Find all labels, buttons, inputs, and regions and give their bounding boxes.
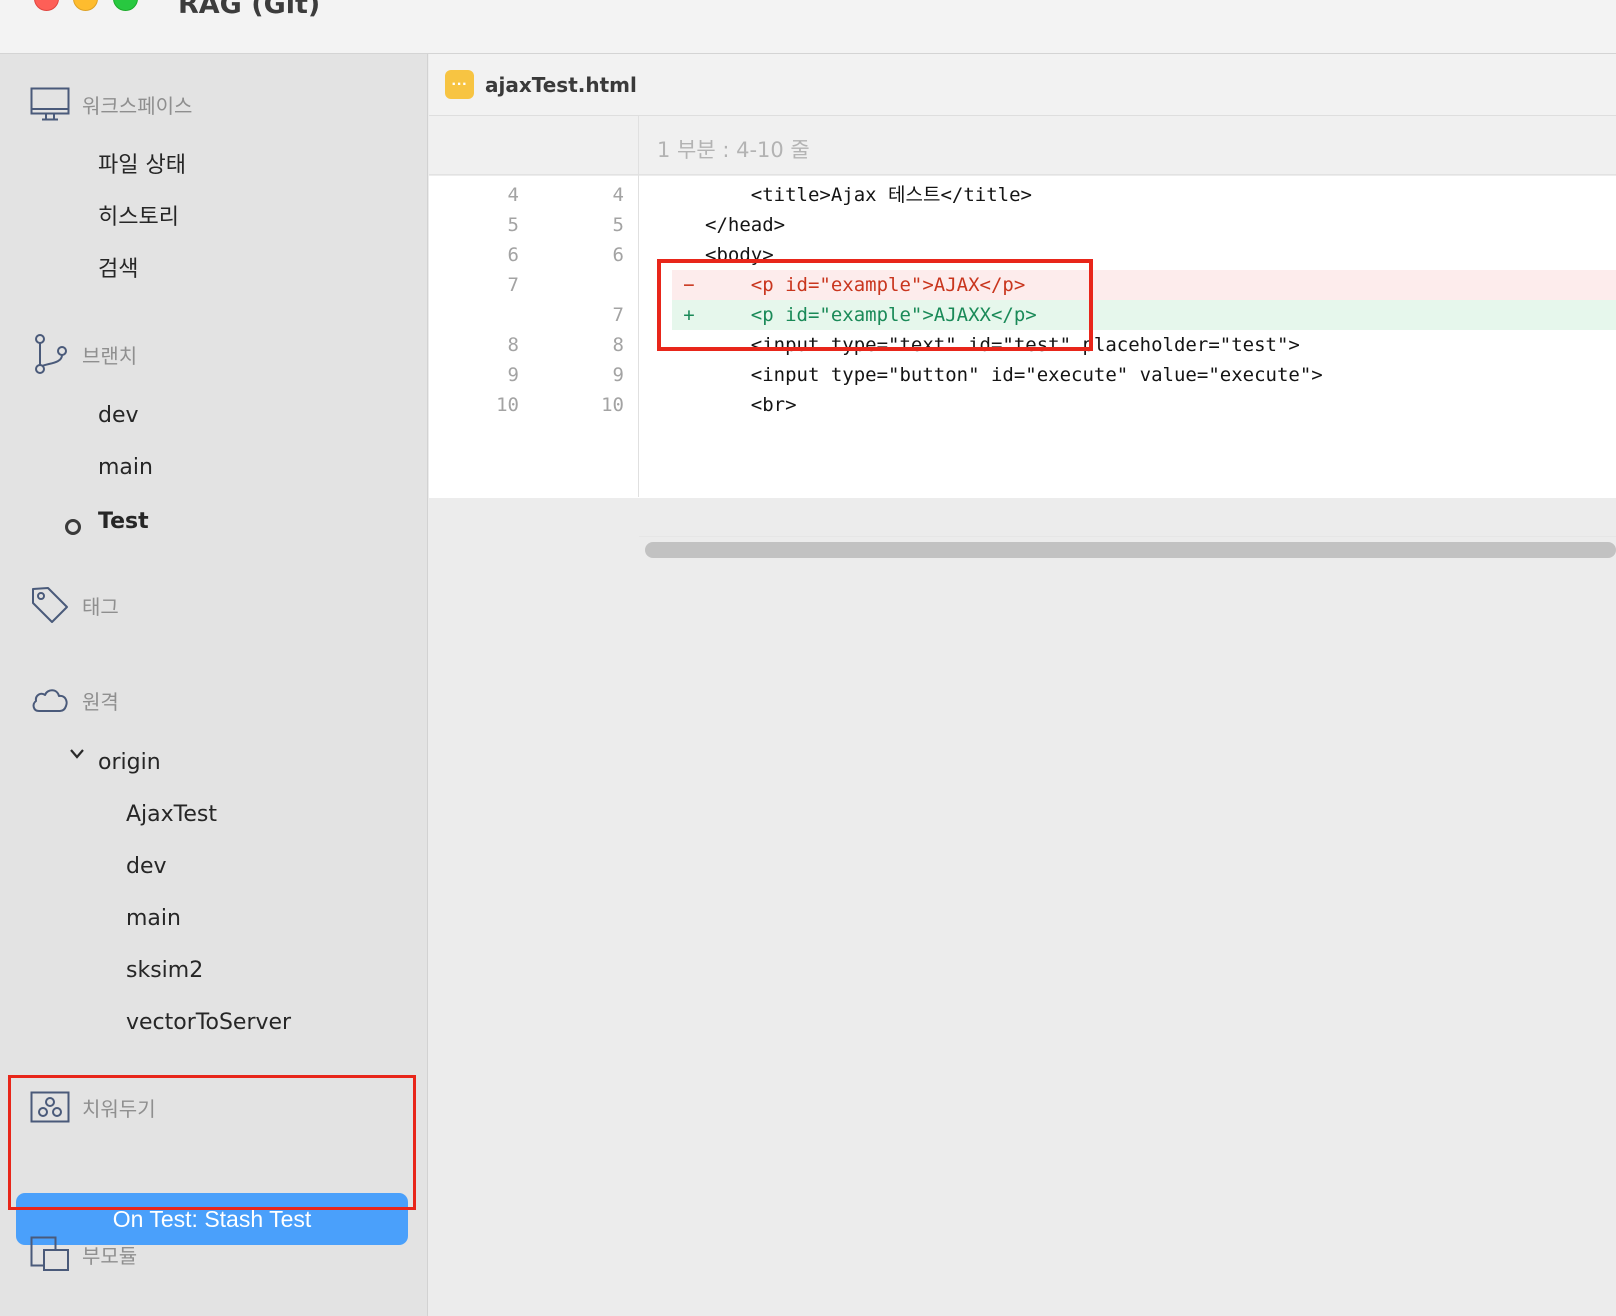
sidebar-item-branch-test[interactable]: Test — [98, 507, 149, 537]
diff-line-ctx: 4 4 <title>Ajax 테스트</title> — [429, 180, 1616, 210]
old-line-number: 9 — [507, 364, 519, 386]
new-line-number: 9 — [612, 364, 624, 386]
monitor-icon — [30, 87, 70, 121]
submodule-icon — [30, 1236, 69, 1271]
sidebar-item-history[interactable]: 히스토리 — [98, 203, 179, 233]
branch-icon — [35, 334, 67, 374]
stash-highlight-box — [8, 1075, 416, 1210]
current-branch-icon — [65, 519, 81, 535]
diff-line-ctx: 10 10 <br> — [429, 390, 1616, 420]
section-title-submodules: 부모듈 — [82, 1243, 138, 1268]
diff-panel: ··· ajaxTest.html 1 부분 : 4-10 줄 4 4 <titl… — [429, 54, 1616, 1316]
code-text: <input type="button" id="execute" value=… — [705, 364, 1323, 386]
section-tags[interactable]: 태그 — [30, 585, 119, 625]
section-remotes[interactable]: 원격 — [30, 680, 119, 720]
old-line-number: 10 — [496, 394, 519, 416]
section-workspace[interactable]: 워크스페이스 — [30, 84, 192, 124]
sidebar-item-remote-branch[interactable]: main — [126, 904, 181, 934]
sidebar-item-file-status[interactable]: 파일 상태 — [98, 151, 186, 181]
section-submodules[interactable]: 부모듈 — [30, 1234, 137, 1274]
sidebar-item-branch-main[interactable]: main — [98, 453, 153, 483]
horizontal-scrollbar[interactable] — [645, 542, 1616, 558]
hunk-header: 1 부분 : 4-10 줄 — [429, 116, 1616, 175]
section-title-branches: 브랜치 — [82, 343, 138, 368]
code-text: <br> — [705, 394, 797, 416]
sidebar-item-remote-branch[interactable]: vectorToServer — [126, 1008, 291, 1038]
zoom-window-button[interactable] — [113, 0, 138, 11]
cloud-icon — [32, 689, 68, 712]
hunk-title: 1 부분 : 4-10 줄 — [657, 138, 810, 162]
minimize-window-button[interactable] — [73, 0, 98, 11]
new-line-number: 10 — [601, 394, 624, 416]
file-header: ··· ajaxTest.html — [429, 54, 1616, 116]
code-text: </head> — [705, 214, 786, 236]
old-line-number: 5 — [507, 214, 519, 236]
section-title-tags: 태그 — [82, 594, 119, 619]
new-line-number: 6 — [612, 244, 624, 266]
change-highlight-box — [657, 259, 1093, 351]
file-name: ajaxTest.html — [485, 72, 637, 97]
sidebar-item-remote-origin[interactable]: origin — [98, 748, 161, 778]
new-line-number: 7 — [612, 304, 624, 326]
title-bar: RAG (Git) — [0, 0, 1616, 54]
diff-line-ctx: 9 9 <input type="button" id="execute" val… — [429, 360, 1616, 390]
scrollbar-track — [639, 536, 1616, 537]
section-title-workspace: 워크스페이스 — [82, 93, 193, 118]
sidebar-item-remote-branch[interactable]: AjaxTest — [126, 800, 217, 830]
dots-icon: ··· — [445, 70, 474, 99]
section-title-remotes: 원격 — [82, 689, 119, 714]
tag-icon — [32, 587, 68, 623]
section-branches[interactable]: 브랜치 — [30, 334, 137, 374]
chevron-down-icon[interactable] — [70, 749, 84, 759]
old-line-number: 4 — [507, 184, 519, 206]
new-line-number: 8 — [612, 334, 624, 356]
diff-line-ctx: 5 5 </head> — [429, 210, 1616, 240]
sidebar-item-branch-dev[interactable]: dev — [98, 401, 139, 431]
sidebar-item-remote-branch[interactable]: sksim2 — [126, 956, 203, 986]
old-line-number: 6 — [507, 244, 519, 266]
new-line-number: 5 — [612, 214, 624, 236]
new-line-number: 4 — [612, 184, 624, 206]
sidebar-item-remote-branch[interactable]: dev — [126, 852, 167, 882]
window-title: RAG (Git) — [178, 0, 321, 20]
old-line-number: 7 — [507, 274, 519, 296]
code-text: <title>Ajax 테스트</title> — [705, 184, 1032, 206]
old-line-number: 8 — [507, 334, 519, 356]
sidebar-item-search[interactable]: 검색 — [98, 255, 138, 285]
close-window-button[interactable] — [34, 0, 59, 11]
gutter-separator — [638, 116, 639, 497]
